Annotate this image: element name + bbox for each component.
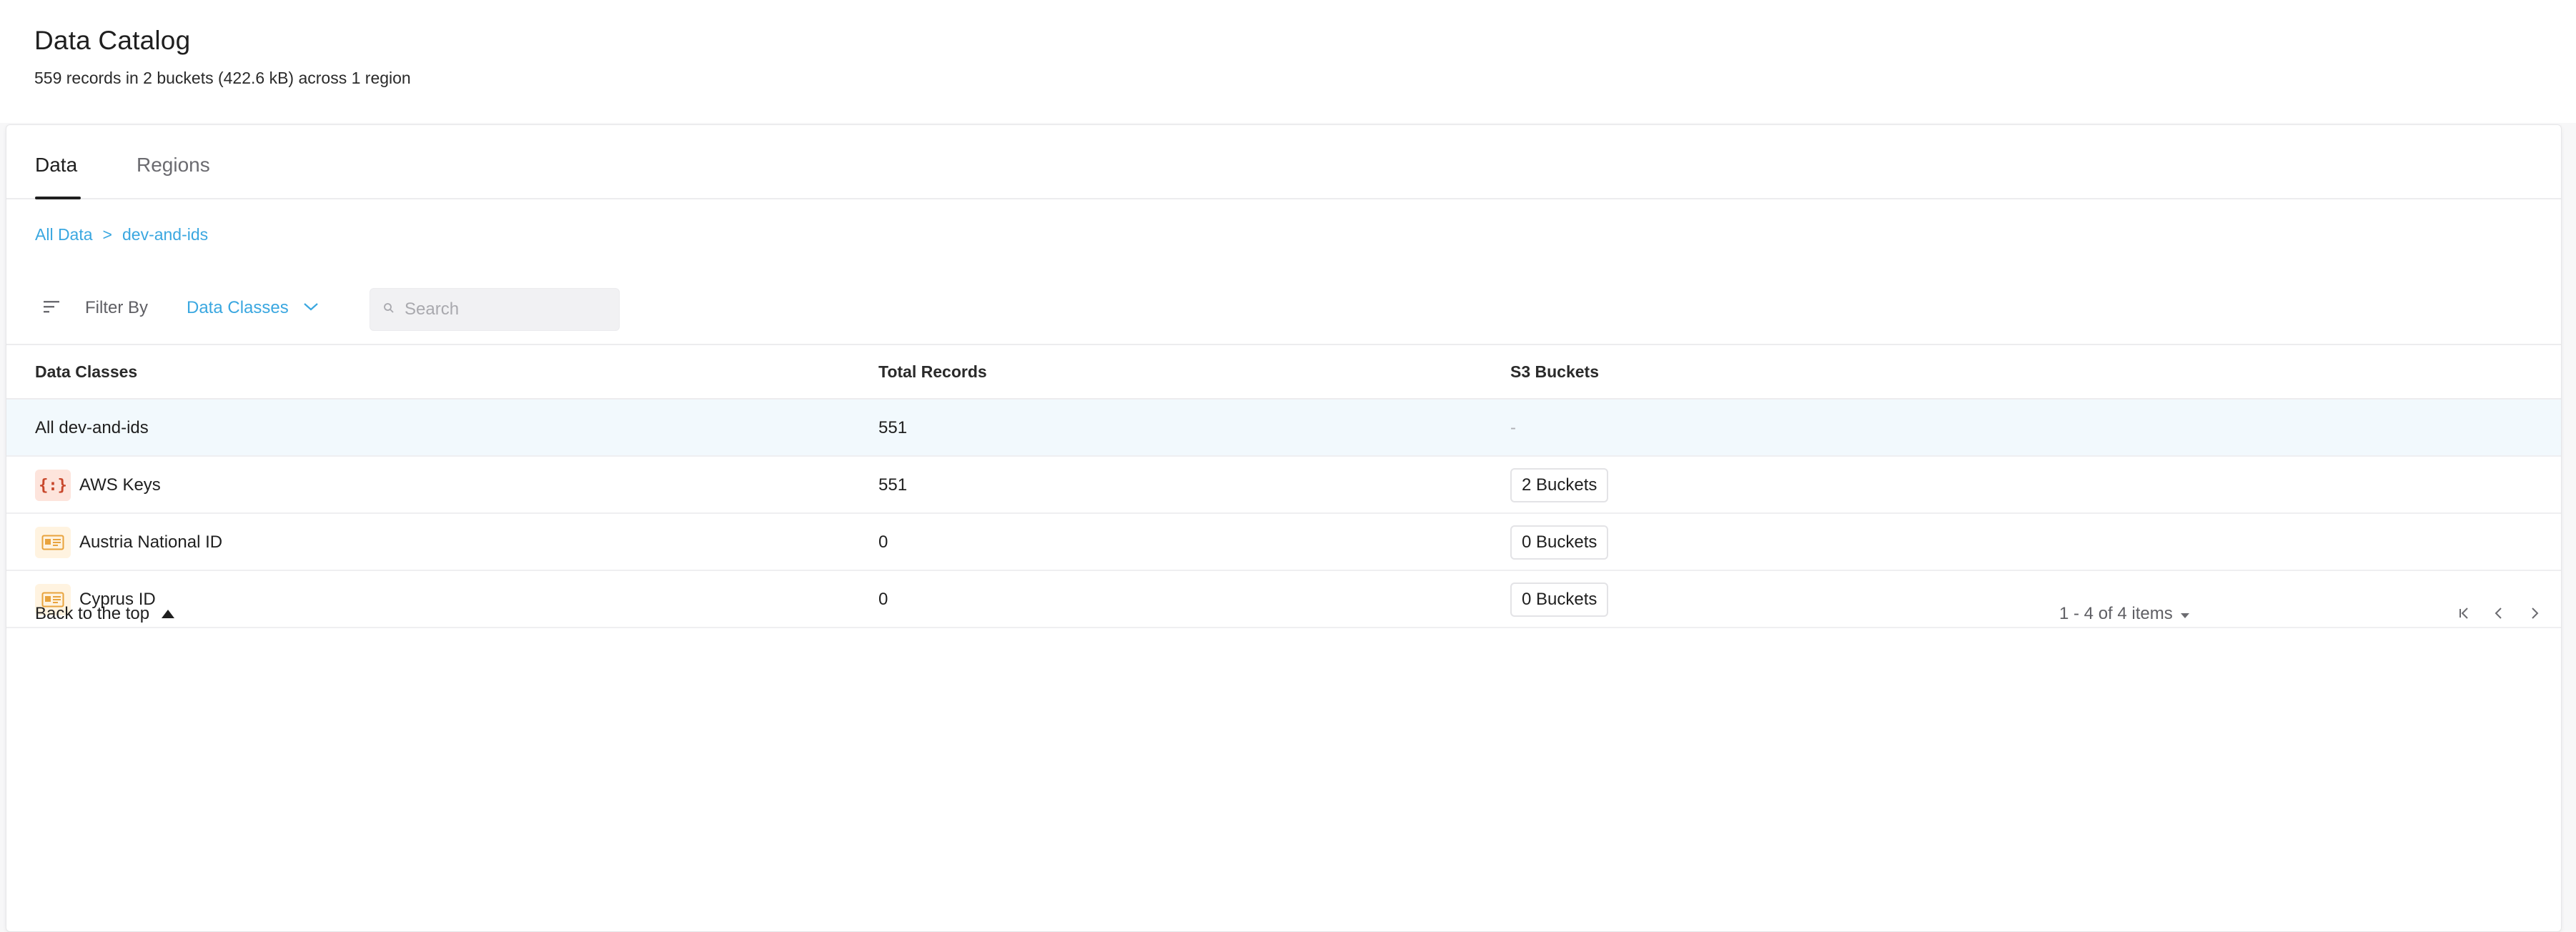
previous-page-icon[interactable] [2488, 603, 2510, 624]
filter-toolbar: Filter By Data Classes [6, 285, 2561, 337]
chevron-down-icon [303, 302, 319, 315]
id-card-icon [35, 527, 71, 558]
column-header-s3-buckets[interactable]: S3 Buckets [1510, 362, 1599, 382]
table-row[interactable]: Austria National ID 0 0 Buckets [6, 514, 2561, 571]
tab-data[interactable]: Data [35, 154, 77, 177]
page-size-selector[interactable]: 1 - 4 of 4 items [2059, 604, 2190, 624]
filter-dropdown[interactable]: Data Classes [187, 297, 319, 319]
breadcrumb-current-link[interactable]: dev-and-ids [122, 225, 208, 244]
code-braces-icon: {:} [35, 470, 71, 501]
s3-buckets-cell: 2 Buckets [1510, 457, 1609, 514]
page-title: Data Catalog [34, 26, 191, 55]
caret-down-icon [2180, 604, 2190, 624]
back-to-top-link[interactable]: Back to the top [35, 604, 175, 624]
breadcrumb-root-link[interactable]: All Data [35, 225, 93, 244]
filter-dropdown-value: Data Classes [187, 298, 289, 317]
back-to-top-label: Back to the top [35, 604, 150, 623]
breadcrumb: All Data > dev-and-ids [35, 225, 208, 244]
tab-bar: Data Regions [6, 125, 2561, 199]
first-page-icon[interactable] [2454, 603, 2475, 624]
buckets-badge[interactable]: 0 Buckets [1510, 525, 1609, 560]
data-class-name: AWS Keys [79, 475, 161, 495]
table-row[interactable]: {:} AWS Keys 551 2 Buckets [6, 457, 2561, 514]
search-icon [383, 302, 395, 317]
s3-buckets-value: - [1510, 418, 1516, 437]
table-header-row: Data Classes Total Records S3 Buckets [6, 344, 2561, 400]
active-tab-indicator [35, 197, 81, 199]
data-class-cell: Austria National ID [35, 514, 222, 571]
catalog-panel: Data Regions All Data > dev-and-ids Filt… [6, 124, 2562, 932]
page-range-label: 1 - 4 of 4 items [2059, 604, 2173, 623]
s3-buckets-cell: 0 Buckets [1510, 514, 1609, 571]
table-row[interactable]: All dev-and-ids 551 - [6, 400, 2561, 457]
total-records-value: 551 [878, 418, 908, 437]
search-box [370, 288, 620, 331]
column-header-total-records[interactable]: Total Records [878, 362, 987, 382]
data-class-cell: {:} AWS Keys [35, 457, 161, 514]
total-records-value: 551 [878, 475, 908, 495]
filter-lines-icon[interactable] [42, 298, 61, 315]
tab-regions[interactable]: Regions [137, 154, 210, 177]
caret-up-icon [161, 604, 175, 624]
catalog-summary: 559 records in 2 buckets (422.6 kB) acro… [34, 69, 411, 87]
data-class-name: Austria National ID [79, 532, 223, 552]
breadcrumb-separator: > [102, 225, 112, 244]
search-input[interactable] [405, 299, 605, 319]
total-records-value: 0 [878, 532, 888, 552]
table-footer: Back to the top 1 - 4 of 4 items [6, 585, 2561, 643]
next-page-icon[interactable] [2524, 603, 2545, 624]
page-header: Data Catalog 559 records in 2 buckets (4… [0, 0, 2576, 123]
column-header-data-classes[interactable]: Data Classes [35, 362, 137, 382]
filter-by-label: Filter By [85, 298, 149, 317]
buckets-badge[interactable]: 2 Buckets [1510, 468, 1609, 502]
data-class-name: All dev-and-ids [35, 418, 149, 437]
